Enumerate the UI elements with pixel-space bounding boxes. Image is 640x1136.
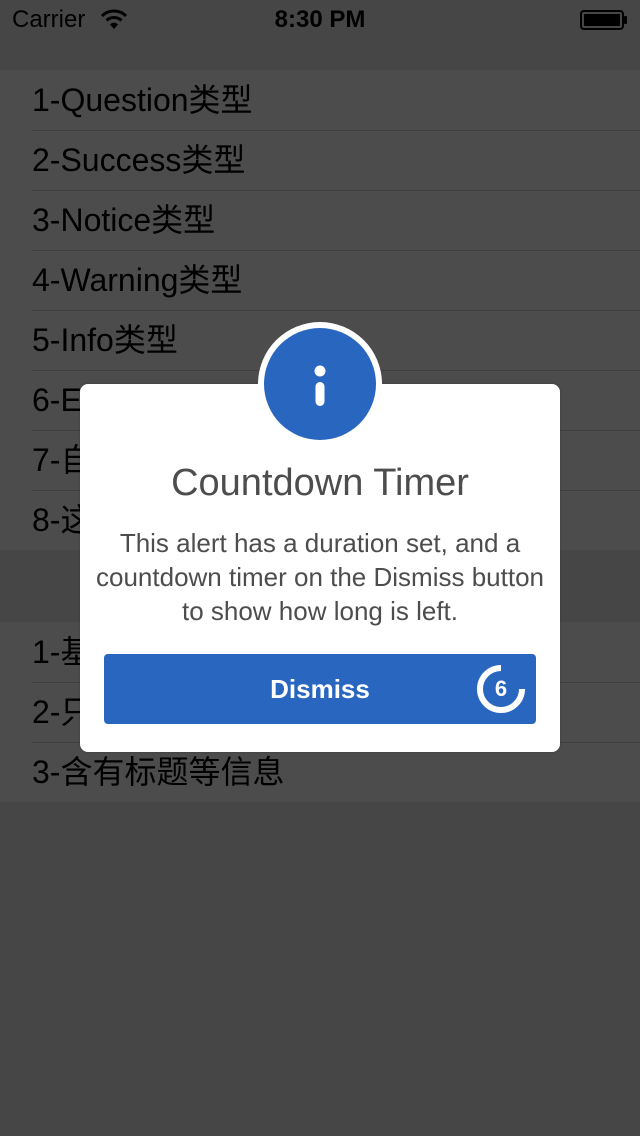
countdown-timer: 6 — [476, 664, 526, 714]
status-clock: 8:30 PM — [274, 6, 366, 33]
alert-icon-circle — [258, 322, 382, 446]
alert-message: This alert has a duration set, and a cou… — [96, 528, 544, 626]
dismiss-button[interactable]: Dismiss 6 — [104, 654, 536, 724]
table-row[interactable]: 3-Notice类型 — [0, 190, 640, 250]
status-bar: Carrier 8:30 PM — [0, 0, 640, 40]
screen: Carrier 8:30 PM 1-Question类型 2-Success类型… — [0, 0, 640, 1136]
alert-title: Countdown Timer — [171, 462, 469, 504]
battery-full-icon — [580, 10, 627, 30]
info-icon — [314, 365, 326, 406]
table-row[interactable]: 4-Warning类型 — [0, 250, 640, 310]
alert-icon-background — [264, 328, 376, 440]
table-row[interactable]: 2-Success类型 — [0, 130, 640, 190]
table-row[interactable]: 1-Question类型 — [0, 70, 640, 130]
countdown-number: 6 — [494, 676, 508, 701]
dismiss-button-label: Dismiss — [270, 674, 370, 704]
